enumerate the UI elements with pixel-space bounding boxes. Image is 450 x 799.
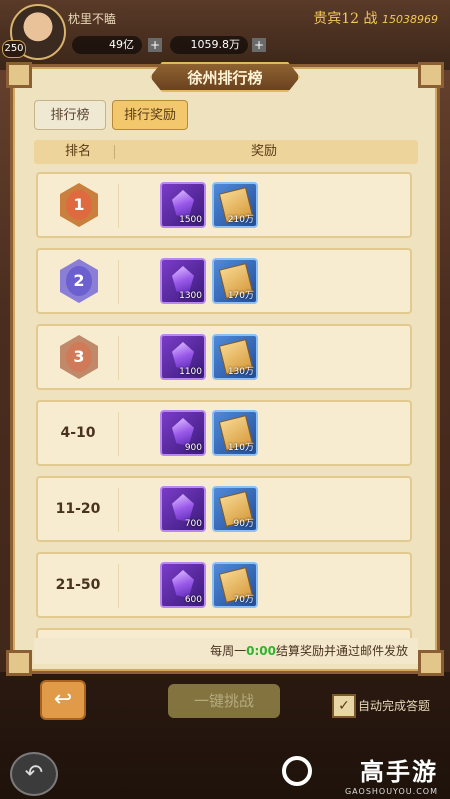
one-click-challenge-button[interactable]: 一键挑战: [168, 684, 280, 718]
brand-watermark: 高手游 GAOSHOUYOU.COM: [345, 752, 438, 796]
crystal-shape: [172, 266, 194, 294]
ingot-counter: 1059.8万: [170, 36, 248, 54]
panel-corner: [6, 650, 32, 676]
table-row: [36, 628, 412, 638]
gem-reward-icon[interactable]: 1300: [160, 258, 206, 304]
gem-quantity: 1500: [179, 215, 202, 225]
row-divider: [118, 184, 119, 228]
medal-rank: 3: [66, 342, 92, 372]
medal-rank: 2: [66, 266, 92, 296]
rank-range: [38, 630, 118, 638]
gem-quantity: 1300: [179, 291, 202, 301]
crystal-shape: [172, 418, 194, 446]
notice-time: 0:00: [246, 644, 276, 658]
add-coin-button[interactable]: +: [148, 38, 162, 52]
vip-badge: 贵宾12 战 15038969: [313, 8, 438, 28]
medal-rank: 1: [66, 190, 92, 220]
power-icon: 战: [363, 11, 378, 27]
reward-list[interactable]: 1 1500 210万 2 1300 170万 3 1100 130万 4-10…: [34, 168, 418, 638]
table-header: 排名 奖励: [34, 140, 418, 164]
player-level: 250: [2, 40, 26, 58]
gem-reward-icon[interactable]: 900: [160, 410, 206, 456]
settlement-notice: 每周一0:00结算奖励并通过邮件发放: [34, 638, 418, 664]
gem-reward-icon[interactable]: 700: [160, 486, 206, 532]
row-divider: [118, 564, 119, 608]
book-quantity: 70万: [233, 595, 254, 605]
notice-prefix: 每周一: [210, 644, 247, 658]
auto-answer-label: 自动完成答题: [358, 699, 431, 713]
tab-rank-rewards[interactable]: 排行奖励: [112, 100, 188, 130]
power-value: 15038969: [382, 13, 438, 26]
gem-quantity: 900: [184, 443, 202, 453]
rank-range: 11-20: [55, 501, 101, 517]
gem-reward-icon[interactable]: 600: [160, 562, 206, 608]
player-name: 枕里不瞌: [68, 12, 117, 26]
table-row: 21-50 600 70万: [36, 552, 412, 618]
book-quantity: 210万: [227, 215, 254, 225]
top-status-bar: 250 枕里不瞌 49亿 + 1059.8万 + 贵宾12 战 15038969: [0, 0, 450, 62]
brand-domain: GAOSHOUYOU.COM: [344, 787, 438, 796]
table-row: 3 1100 130万: [36, 324, 412, 390]
return-arrow-icon[interactable]: ↩: [40, 680, 86, 720]
silver-medal-icon: 2: [60, 259, 98, 303]
book-quantity: 170万: [227, 291, 254, 301]
vip-level: 贵宾12: [313, 11, 360, 27]
panel-title: 徐州排行榜: [150, 62, 300, 92]
book-quantity: 130万: [227, 367, 254, 377]
book-reward-icon[interactable]: 110万: [212, 410, 258, 456]
column-rank: 排名: [64, 144, 91, 159]
gem-quantity: 1100: [179, 367, 202, 377]
row-divider: [118, 336, 119, 380]
rank-range: 21-50: [55, 577, 101, 593]
panel-corner: [6, 62, 32, 88]
book-reward-icon[interactable]: 130万: [212, 334, 258, 380]
rank-range: 4-10: [60, 425, 96, 441]
notice-suffix: 结算奖励并通过邮件发放: [275, 644, 408, 658]
crystal-shape: [172, 570, 194, 598]
gem-quantity: 700: [184, 519, 202, 529]
row-divider: [118, 260, 119, 304]
brand-name: 高手游: [360, 758, 438, 786]
gem-reward-icon[interactable]: 1100: [160, 334, 206, 380]
table-row: 2 1300 170万: [36, 248, 412, 314]
row-divider: [118, 412, 119, 456]
crystal-shape: [172, 190, 194, 218]
crystal-shape: [172, 494, 194, 522]
coin-counter: 49亿: [72, 36, 142, 54]
row-divider: [118, 488, 119, 532]
crystal-shape: [172, 342, 194, 370]
book-reward-icon[interactable]: 210万: [212, 182, 258, 228]
gem-reward-icon[interactable]: 1500: [160, 182, 206, 228]
book-reward-icon[interactable]: 90万: [212, 486, 258, 532]
panel-corner: [418, 650, 444, 676]
back-arrow-icon[interactable]: ↶: [10, 752, 58, 796]
gold-medal-icon: 1: [60, 183, 98, 227]
brand-logo-icon: [282, 756, 312, 786]
book-reward-icon[interactable]: 70万: [212, 562, 258, 608]
add-ingot-button[interactable]: +: [252, 38, 266, 52]
gem-quantity: 600: [184, 595, 202, 605]
table-row: 11-20 700 90万: [36, 476, 412, 542]
book-quantity: 90万: [233, 519, 254, 529]
book-quantity: 110万: [227, 443, 254, 453]
column-reward: 奖励: [250, 144, 277, 159]
bronze-medal-icon: 3: [60, 335, 98, 379]
panel-corner: [418, 62, 444, 88]
table-row: 1 1500 210万: [36, 172, 412, 238]
book-reward-icon[interactable]: 170万: [212, 258, 258, 304]
table-row: 4-10 900 110万: [36, 400, 412, 466]
auto-answer-checkbox[interactable]: ✓: [332, 694, 356, 718]
tab-leaderboard[interactable]: 排行榜: [34, 100, 106, 130]
